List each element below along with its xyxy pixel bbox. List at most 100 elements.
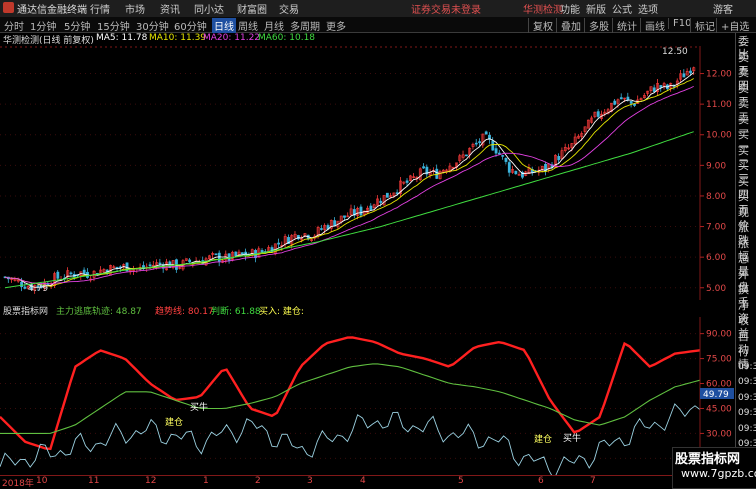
candle-body — [359, 206, 363, 216]
quote-field: 09:30 — [738, 408, 756, 418]
indicator-tick-label: 30.00 — [706, 429, 732, 439]
indicator-chart[interactable]: 90.0075.0060.0045.0030.0015.00 49.79 建仓 … — [0, 317, 735, 475]
candle-body — [484, 131, 488, 135]
candle-body — [82, 269, 86, 274]
indicator-series-line — [0, 403, 701, 475]
menu-gongshi[interactable]: 公式 — [612, 1, 632, 16]
tool-biaoji[interactable]: 标记 — [690, 18, 715, 33]
candlesticks — [3, 66, 696, 294]
ma5-line — [4, 72, 694, 288]
date-label: 10 — [36, 476, 48, 486]
guest-label[interactable]: 游客 — [713, 1, 733, 16]
period-weekly[interactable]: 周线 — [238, 18, 258, 33]
tool-fuquan[interactable]: 复权 — [528, 18, 553, 33]
candle-body — [227, 253, 231, 261]
candle-body — [626, 96, 630, 101]
menu-caifuquan[interactable]: 财富圈 — [237, 1, 267, 16]
stock-name: 华测检测(日线 前复权) — [3, 36, 94, 46]
period-60min[interactable]: 60分钟 — [174, 18, 207, 33]
date-label: 2 — [255, 476, 261, 486]
candle-body — [474, 142, 478, 145]
account-label: 华测检测 — [523, 5, 563, 16]
menu-shichang[interactable]: 市场 — [125, 1, 145, 16]
period-daily[interactable]: 日线 — [212, 18, 236, 33]
price-tick-label: 6.00 — [706, 253, 726, 263]
candle-body — [504, 157, 508, 162]
quote-field: 09:30 — [738, 392, 756, 403]
candle-body — [514, 170, 518, 175]
trade-login-warning[interactable]: 证券交易未登录 — [411, 1, 481, 16]
date-label: 12 — [145, 476, 157, 486]
menu-zixun[interactable]: 资讯 — [160, 1, 180, 16]
candle-body — [379, 200, 383, 203]
tool-diejia[interactable]: 叠加 — [556, 18, 581, 33]
candle-body — [69, 272, 73, 275]
candle-body — [497, 152, 501, 155]
tool-zixuan[interactable]: +自选 — [716, 18, 749, 33]
app-title: 通达信金融终端 — [17, 5, 87, 16]
candle-body — [491, 140, 495, 151]
tool-huaxian[interactable]: 画线 — [640, 18, 665, 33]
candle-body — [240, 252, 244, 255]
menu-tongxiaoda[interactable]: 同小达 — [194, 1, 224, 16]
candle-body — [629, 100, 633, 104]
candle-body — [501, 155, 505, 157]
tool-f10[interactable]: F10 — [668, 18, 691, 29]
period-more[interactable]: 更多 — [326, 18, 346, 33]
candle-body — [682, 73, 686, 78]
price-tick-label: 5.00 — [706, 284, 726, 294]
period-15min[interactable]: 15分钟 — [97, 18, 130, 33]
menu-jiaoyi[interactable]: 交易 — [279, 1, 299, 16]
candle-body — [613, 100, 617, 105]
quote-field: 09:30 — [738, 423, 756, 434]
tool-tongji[interactable]: 统计 — [612, 18, 637, 33]
ma5-value: MA5: 11.78 — [96, 33, 148, 43]
candle-body — [557, 156, 561, 161]
date-label: 7 — [590, 476, 596, 486]
candle-body — [494, 148, 498, 154]
price-chart[interactable]: 12.00 11.00 10.00 9.00 8.00 7.00 6.00 5.00 12.5… — [0, 46, 735, 300]
ma10-value: MA10: 11.39 — [149, 33, 207, 43]
indicator-tick-label: 90.00 — [706, 330, 732, 340]
indicator-b: 趋势线: 80.17 — [155, 307, 214, 317]
candle-body — [619, 97, 623, 100]
menu-xinban[interactable]: 新版 — [586, 1, 606, 16]
candle-body — [465, 154, 468, 157]
ma20-line — [4, 85, 694, 285]
candle-body — [56, 271, 60, 279]
price-tick-label: 11.00 — [706, 100, 732, 110]
period-monthly[interactable]: 月线 — [264, 18, 284, 33]
period-1min[interactable]: 1分钟 — [30, 18, 56, 33]
menu-hangqing[interactable]: 行情 — [90, 1, 110, 16]
quote-field: 09:30 — [738, 361, 756, 372]
candle-body — [217, 252, 221, 263]
candle-body — [507, 162, 511, 173]
menu-xuanxiang[interactable]: 选项 — [638, 1, 658, 16]
price-high-label: 12.50 — [662, 47, 688, 57]
date-label: 4 — [360, 476, 366, 486]
period-multi[interactable]: 多周期 — [290, 18, 320, 33]
candle-body — [148, 264, 152, 267]
period-fenshi[interactable]: 分时 — [4, 18, 24, 33]
watermark-title: 股票指标网 — [675, 452, 741, 467]
candle-body — [333, 220, 337, 227]
indicator-tick-label: 75.00 — [706, 355, 732, 365]
date-label: 2018年 — [2, 479, 34, 489]
price-tick-label: 10.00 — [706, 131, 732, 141]
price-tick-label: 9.00 — [706, 161, 726, 171]
tool-duogu[interactable]: 多股 — [584, 18, 609, 33]
period-5min[interactable]: 5分钟 — [64, 18, 90, 33]
date-label: 3 — [307, 476, 313, 486]
ma-info-line: 华测检测(日线 前复权) MA5: 11.78 MA10: 11.39 MA20… — [0, 33, 700, 46]
ma60-value: MA60: 10.18 — [258, 33, 316, 43]
annotation-maiNiu-1: 买牛 — [190, 401, 208, 413]
date-label: 6 — [538, 476, 544, 486]
price-tick-label: 8.00 — [706, 192, 726, 202]
period-30min[interactable]: 30分钟 — [136, 18, 169, 33]
menu-gongneng[interactable]: 功能 — [560, 1, 580, 16]
date-axis: 2018年 10 11 12 1 2 3 4 5 6 7 — [0, 475, 700, 489]
indicator-series-line — [0, 363, 701, 434]
price-tick-label: 12.00 — [706, 70, 732, 80]
candle-body — [422, 166, 425, 169]
period-toolbar: 分时 1分钟 5分钟 15分钟 30分钟 60分钟 日线 周线 月线 多周期 更… — [0, 17, 756, 33]
